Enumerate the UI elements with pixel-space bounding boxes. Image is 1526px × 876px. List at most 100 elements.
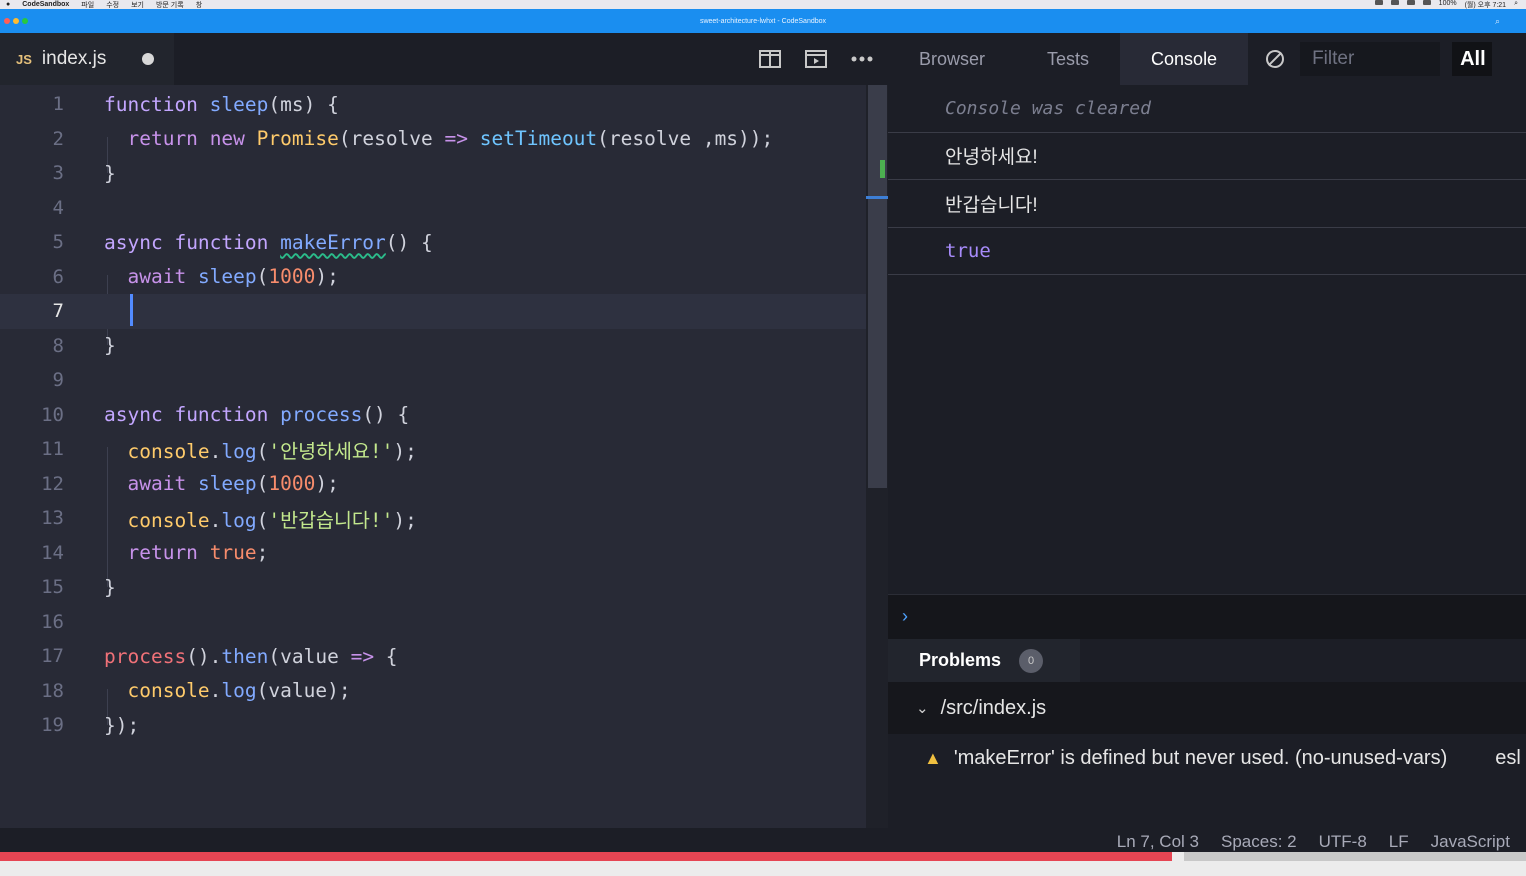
problems-count-badge: 0 (1019, 648, 1044, 673)
line-number: 1 (52, 93, 64, 116)
code-line[interactable]: 2 return new Promise(resolve => setTimeo… (0, 122, 866, 157)
close-window-button[interactable] (4, 18, 10, 24)
code-text: return true; (127, 541, 269, 565)
line-number: 6 (52, 265, 64, 288)
line-number: 19 (41, 714, 64, 737)
line-number: 13 (41, 507, 64, 530)
log-level-select[interactable]: All (1452, 42, 1493, 76)
status-icon[interactable] (1374, 0, 1383, 5)
magnifier-icon[interactable]: ⌕ (1495, 16, 1500, 27)
language-mode[interactable]: JavaScript (1431, 832, 1510, 852)
problem-message: 'makeError' is defined but never used. (… (953, 746, 1448, 769)
javascript-file-icon: JS (16, 51, 32, 67)
problem-item[interactable]: ▲ 'makeError' is defined but never used.… (888, 734, 1526, 782)
line-number: 11 (41, 438, 64, 461)
code-line[interactable]: 19}); (0, 708, 866, 743)
warning-icon: ▲ (924, 747, 942, 768)
minimize-window-button[interactable] (13, 18, 19, 24)
window-controls (4, 18, 28, 24)
scrollbar-thumb[interactable] (868, 85, 887, 488)
apple-icon[interactable]: ● (6, 1, 10, 8)
video-progress-bar[interactable] (0, 852, 1526, 876)
line-number: 3 (52, 162, 64, 185)
console-message: Console was cleared (888, 85, 1526, 133)
tab-tests[interactable]: Tests (1016, 33, 1120, 85)
console-message: 안녕하세요! (888, 133, 1526, 180)
code-line[interactable]: 1 function sleep(ms) { (0, 87, 866, 122)
line-ending[interactable]: LF (1389, 832, 1409, 852)
unsaved-dot-icon[interactable] (142, 53, 155, 65)
text-cursor (130, 294, 133, 326)
chevron-down-icon[interactable]: ⌄ (916, 699, 929, 717)
code-text: }); (104, 713, 140, 737)
encoding[interactable]: UTF-8 (1319, 832, 1367, 852)
console-message: true (888, 228, 1526, 275)
code-text: } (104, 575, 116, 599)
code-line[interactable]: 15} (0, 570, 866, 605)
code-line[interactable]: 11 console.log('안녕하세요!'); (0, 432, 866, 467)
code-text: console.log(value); (127, 679, 351, 703)
code-text: console.log('반갑습니다!'); (127, 508, 417, 532)
problem-source: esl (1495, 746, 1521, 769)
window-titlebar: sweet-architecture-lwhxt - CodeSandbox ⌕ (0, 9, 1526, 33)
code-line[interactable]: 6 await sleep(1000); (0, 260, 866, 295)
code-line[interactable]: 13 console.log('반갑습니다!'); (0, 501, 866, 536)
code-text: console.log('안녕하세요!'); (127, 439, 417, 463)
problems-panel: Problems 0 ⌄ /src/index.js ▲ 'makeError'… (888, 639, 1526, 828)
code-line[interactable]: 17 process().then(value => { (0, 639, 866, 674)
code-line[interactable]: 9 (0, 363, 866, 398)
code-text: await sleep(1000); (127, 472, 339, 496)
console-input[interactable]: › (888, 594, 1526, 639)
console-output: Console was cleared 안녕하세요! 반갑습니다! true (888, 85, 1526, 594)
code-text: } (104, 334, 116, 358)
problems-label: Problems (919, 650, 1002, 670)
line-number: 10 (41, 403, 64, 426)
status-icon[interactable] (1406, 0, 1415, 5)
editor-header: JS index.js (0, 33, 888, 85)
code-line[interactable]: 4 (0, 191, 866, 226)
line-number: 12 (41, 472, 64, 495)
zoom-window-button[interactable] (22, 18, 28, 24)
code-line[interactable]: 12 await sleep(1000); (0, 467, 866, 502)
problem-file-row[interactable]: ⌄ /src/index.js (888, 682, 1526, 734)
code-line[interactable]: 5 async function makeError() { (0, 225, 866, 260)
code-text: async function process() { (104, 403, 410, 427)
os-menubar: ● CodeSandbox 파일 수정 보기 방문 기록 창 100% (월) … (0, 0, 1526, 9)
code-line[interactable]: 10 async function process() { (0, 398, 866, 433)
split-view-icon[interactable] (758, 48, 782, 70)
preview-icon[interactable] (804, 48, 828, 70)
code-line[interactable]: 3} (0, 156, 866, 191)
tab-browser[interactable]: Browser (888, 33, 1016, 85)
code-line[interactable]: 16 (0, 605, 866, 640)
line-number: 2 (52, 127, 64, 150)
window-title: sweet-architecture-lwhxt - CodeSandbox (699, 17, 827, 25)
console-filter-input[interactable]: Filter (1300, 42, 1441, 76)
cursor-position[interactable]: Ln 7, Col 3 (1117, 832, 1199, 852)
app-menu[interactable]: CodeSandbox (22, 1, 69, 8)
code-line[interactable]: 14 return true; (0, 536, 866, 571)
line-number: 7 (52, 300, 64, 323)
line-number: 17 (41, 645, 64, 668)
editor-actions (758, 48, 888, 70)
preview-tabs: Browser Tests Console Filter All (888, 33, 1526, 85)
more-icon[interactable] (850, 48, 874, 70)
status-icon[interactable] (1390, 0, 1399, 5)
console-message: 반갑습니다! (888, 180, 1526, 228)
clear-console-icon[interactable] (1266, 50, 1285, 68)
line-number: 8 (52, 334, 64, 357)
problem-file-path: /src/index.js (940, 696, 1047, 719)
file-tab[interactable]: JS index.js (0, 33, 174, 85)
tab-console[interactable]: Console (1120, 33, 1249, 85)
editor-scrollbar[interactable] (866, 85, 888, 828)
code-editor[interactable]: 1 function sleep(ms) { 2 return new Promi… (0, 85, 866, 828)
tab-problems[interactable]: Problems 0 (888, 639, 1080, 682)
code-line[interactable]: 8} (0, 329, 866, 364)
wifi-icon[interactable] (1422, 0, 1431, 5)
cursor-marker (866, 196, 888, 199)
code-line[interactable]: 18 console.log(value); (0, 674, 866, 709)
line-number: 18 (41, 679, 64, 702)
code-text: await sleep(1000); (127, 265, 339, 289)
line-number: 4 (52, 196, 64, 219)
progress-buffered (1184, 852, 1526, 861)
indentation[interactable]: Spaces: 2 (1221, 832, 1297, 852)
